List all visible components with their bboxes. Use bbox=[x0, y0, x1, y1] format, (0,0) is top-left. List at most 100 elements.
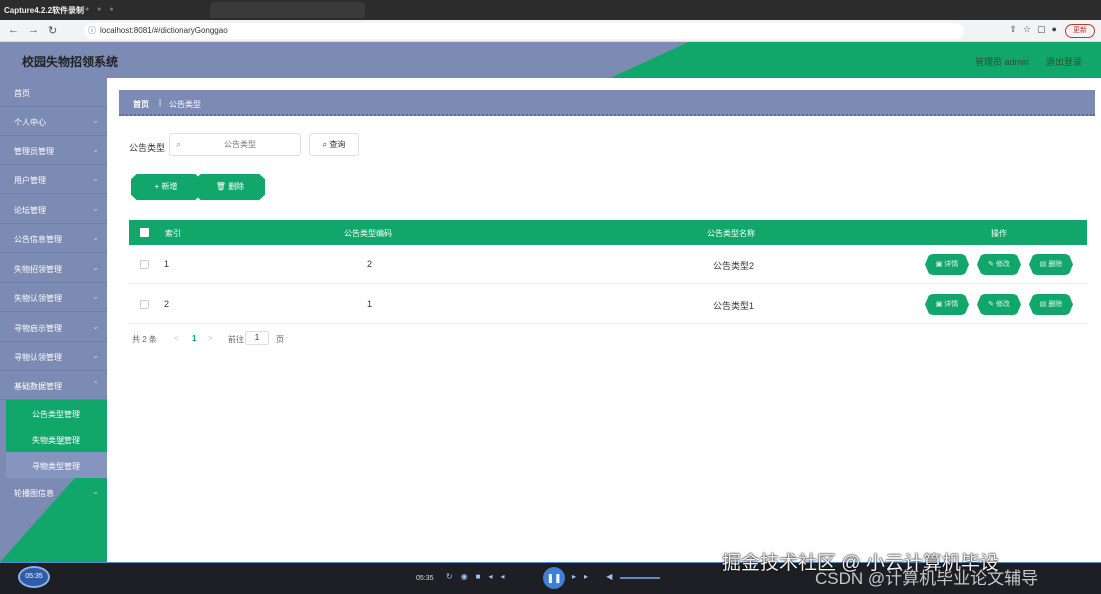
pager-unit: 页 bbox=[276, 335, 284, 344]
trash-icon: ▤ bbox=[1039, 301, 1049, 308]
chevron-down-icon: ⌄ bbox=[92, 116, 99, 125]
forward-icon[interactable]: → bbox=[28, 24, 39, 36]
chevron-down-icon: ⌄ bbox=[92, 204, 99, 213]
detail-label: 详情 bbox=[944, 301, 959, 308]
cell-index: 1 bbox=[164, 259, 170, 269]
edit-icon: ✎ bbox=[988, 301, 996, 308]
sidebar-item-label: 基础数据管理 bbox=[14, 382, 62, 391]
sidebar-item-notices[interactable]: 公告信息管理 ⌄ bbox=[0, 224, 107, 253]
sidebar-item-forum[interactable]: 论坛管理 ⌄ bbox=[0, 195, 107, 224]
pager-goto-label: 前往 bbox=[228, 335, 244, 344]
update-button[interactable]: 更新 bbox=[1065, 24, 1095, 38]
edit-icon: ✎ bbox=[988, 261, 996, 268]
edit-button[interactable]: ✎ 修改 bbox=[977, 294, 1021, 315]
volume-slider[interactable] bbox=[620, 577, 660, 579]
chevron-down-icon: ⌄ bbox=[92, 233, 99, 242]
add-button[interactable]: + 新增 bbox=[131, 174, 201, 200]
breadcrumb-current: 公告类型 bbox=[169, 100, 201, 109]
sidebar-item-profile[interactable]: 个人中心 ⌄ bbox=[0, 107, 107, 136]
player-time: 05:35 bbox=[416, 575, 434, 582]
chevron-down-icon: ⌄ bbox=[92, 487, 99, 496]
sidebar-item-search-claims[interactable]: 寻物认领管理 ⌄ bbox=[0, 342, 107, 371]
sidebar-item-label: 个人中心 bbox=[14, 118, 46, 127]
sidebar-subitem-lost-types[interactable]: 失物类型管理 bbox=[6, 426, 107, 452]
sidebar-item-base-data[interactable]: 基础数据管理 ⌃ bbox=[0, 371, 107, 400]
table-row: 2 1 公告类型1 ▣ 详情 ✎ 修改 ▤ 删除 bbox=[129, 285, 1087, 324]
sidebar-item-admins[interactable]: 管理员管理 ⌄ bbox=[0, 136, 107, 165]
delete-button-label: 删除 bbox=[228, 182, 245, 191]
sidebar-item-lost-found[interactable]: 失物招领管理 ⌄ bbox=[0, 254, 107, 283]
window-controls: ● ● ● bbox=[85, 6, 117, 13]
pager-next[interactable]: > bbox=[208, 334, 213, 343]
pause-icon[interactable]: ❚❚ bbox=[543, 567, 565, 589]
sidebar-item-label: 寻物认领管理 bbox=[14, 353, 62, 362]
player-controls[interactable]: ↻◉■◂◂ bbox=[446, 572, 513, 581]
sidebar-item-search-notices[interactable]: 寻物启示管理 ⌄ bbox=[0, 313, 107, 342]
col-code: 公告类型编码 bbox=[344, 229, 392, 238]
table-row: 1 2 公告类型2 ▣ 详情 ✎ 修改 ▤ 删除 bbox=[129, 245, 1087, 284]
forward-icon[interactable]: ▸▸ ◀ bbox=[572, 572, 620, 581]
row-delete-label: 删除 bbox=[1048, 261, 1063, 268]
main-content: 首页 | 公告类型 公告类型 ⌕ ⌕ 查询 + 新增 🗑 删除 索引 公告类型编… bbox=[107, 78, 1101, 562]
search-button[interactable]: ⌕ 查询 bbox=[309, 133, 359, 156]
browser-action-icons[interactable]: ⇪☆▢● bbox=[1009, 24, 1063, 35]
edit-label: 修改 bbox=[995, 301, 1010, 308]
sidebar-item-label: 公告信息管理 bbox=[14, 235, 62, 244]
pager-jump-input[interactable]: 1 bbox=[245, 331, 269, 345]
player-orb[interactable]: 05:35 bbox=[18, 566, 50, 588]
site-info-icon[interactable]: ⓘ bbox=[88, 25, 96, 36]
sidebar-item-label: 用户管理 bbox=[14, 176, 46, 185]
chevron-down-icon: ⌄ bbox=[92, 292, 99, 301]
logout-link[interactable]: 退出登录 bbox=[1046, 55, 1082, 68]
search-label: 公告类型 bbox=[129, 143, 166, 153]
row-delete-button[interactable]: ▤ 删除 bbox=[1029, 254, 1073, 275]
chevron-down-icon: ⌄ bbox=[92, 322, 99, 331]
pager-total: 共 2 条 bbox=[132, 335, 157, 344]
app-title: 校园失物招领系统 bbox=[22, 55, 119, 69]
breadcrumb-home[interactable]: 首页 bbox=[133, 99, 149, 110]
reload-icon[interactable]: ↻ bbox=[48, 24, 57, 37]
sidebar-item-home[interactable]: 首页 bbox=[0, 78, 107, 107]
capture-title: Capture4.2.2软件录制 bbox=[4, 6, 85, 15]
sidebar-subitem-search-types[interactable]: 寻物类型管理 bbox=[6, 452, 107, 478]
url-text[interactable]: localhost:8081/#/dictionaryGonggao bbox=[100, 26, 228, 35]
pager-page[interactable]: 1 bbox=[192, 334, 196, 343]
breadcrumb: 首页 | 公告类型 bbox=[119, 90, 1095, 116]
sidebar-item-label: 失物认领管理 bbox=[14, 294, 62, 303]
trash-icon: 🗑 bbox=[215, 182, 229, 191]
row-checkbox[interactable] bbox=[140, 260, 149, 269]
back-icon[interactable]: ← bbox=[8, 24, 19, 36]
col-name: 公告类型名称 bbox=[707, 229, 755, 238]
sidebar-item-label: 论坛管理 bbox=[14, 206, 46, 215]
edit-button[interactable]: ✎ 修改 bbox=[977, 254, 1021, 275]
sidebar-item-users[interactable]: 用户管理 ⌄ bbox=[0, 165, 107, 194]
detail-button[interactable]: ▣ 详情 bbox=[925, 254, 969, 275]
detail-button[interactable]: ▣ 详情 bbox=[925, 294, 969, 315]
cell-name: 公告类型1 bbox=[713, 301, 755, 311]
sidebar-item-carousel[interactable]: 轮播图信息 ⌄ bbox=[0, 478, 107, 507]
chevron-down-icon: ⌄ bbox=[92, 174, 99, 183]
sidebar-item-label: 寻物启示管理 bbox=[14, 324, 62, 333]
search-field[interactable]: ⌕ bbox=[169, 133, 301, 156]
sidebar-item-label: 首页 bbox=[14, 89, 30, 98]
browser-tab[interactable] bbox=[210, 2, 365, 18]
breadcrumb-separator: | bbox=[159, 98, 162, 107]
col-index: 索引 bbox=[165, 229, 181, 238]
pager-prev[interactable]: < bbox=[174, 334, 179, 343]
edit-label: 修改 bbox=[995, 261, 1010, 268]
sidebar-item-label: 轮播图信息 bbox=[14, 489, 54, 498]
detail-icon: ▣ bbox=[935, 301, 945, 308]
select-all-checkbox[interactable] bbox=[140, 228, 149, 237]
table-header: 索引 公告类型编码 公告类型名称 操作 bbox=[129, 220, 1087, 245]
cell-code: 1 bbox=[367, 299, 373, 309]
delete-button[interactable]: 🗑 删除 bbox=[195, 174, 265, 200]
trash-icon: ▤ bbox=[1039, 261, 1049, 268]
row-checkbox[interactable] bbox=[140, 300, 149, 309]
row-delete-button[interactable]: ▤ 删除 bbox=[1029, 294, 1073, 315]
sidebar-item-lost-claims[interactable]: 失物认领管理 ⌄ bbox=[0, 283, 107, 312]
sidebar-subitem-notice-types[interactable]: 公告类型管理 bbox=[6, 400, 107, 426]
sidebar-item-label: 失物招领管理 bbox=[14, 265, 62, 274]
watermark-text: 掘金技术社区 @ 小云计算机毕设 bbox=[722, 553, 999, 574]
search-input[interactable] bbox=[190, 136, 290, 153]
col-ops: 操作 bbox=[991, 229, 1007, 238]
